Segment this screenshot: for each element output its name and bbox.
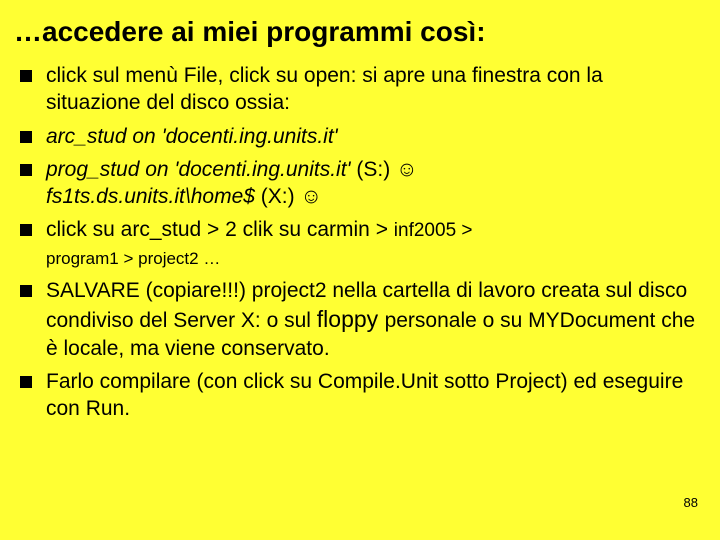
item-text: program1 > project2 …: [46, 249, 220, 268]
item-text: (X:): [261, 185, 301, 208]
list-item: arc_stud on 'docenti.ing.units.it': [12, 123, 698, 150]
page-number: 88: [684, 495, 698, 510]
smile-icon: ☺: [396, 158, 417, 181]
list-item: Farlo compilare (con click su Compile.Un…: [12, 368, 698, 423]
item-text: inf2005 >: [394, 220, 473, 241]
list-item: SALVARE (copiare!!!) project2 nella cart…: [12, 277, 698, 361]
item-text: click su arc_stud > 2 clik su carmin >: [46, 218, 394, 241]
item-text: Farlo compilare (con click su Compile.Un…: [46, 370, 683, 420]
item-text: fs1ts.ds.units.it\home$: [46, 185, 261, 208]
list-item: prog_stud on 'docenti.ing.units.it' (S:)…: [12, 156, 698, 211]
bullet-list: click sul menù File, click su open: si a…: [12, 62, 698, 423]
item-text: click sul menù File, click su open: si a…: [46, 64, 603, 114]
item-text: prog_stud on 'docenti.ing.units.it': [46, 158, 351, 181]
item-text: arc_stud on 'docenti.ing.units.it': [46, 125, 338, 148]
slide-title: …accedere ai miei programmi così:: [14, 16, 698, 48]
list-item: click su arc_stud > 2 clik su carmin > i…: [12, 216, 698, 271]
item-text: floppy: [317, 306, 385, 332]
list-item: click sul menù File, click su open: si a…: [12, 62, 698, 117]
item-text: (S:): [351, 158, 397, 181]
smile-icon: ☺: [300, 185, 321, 208]
